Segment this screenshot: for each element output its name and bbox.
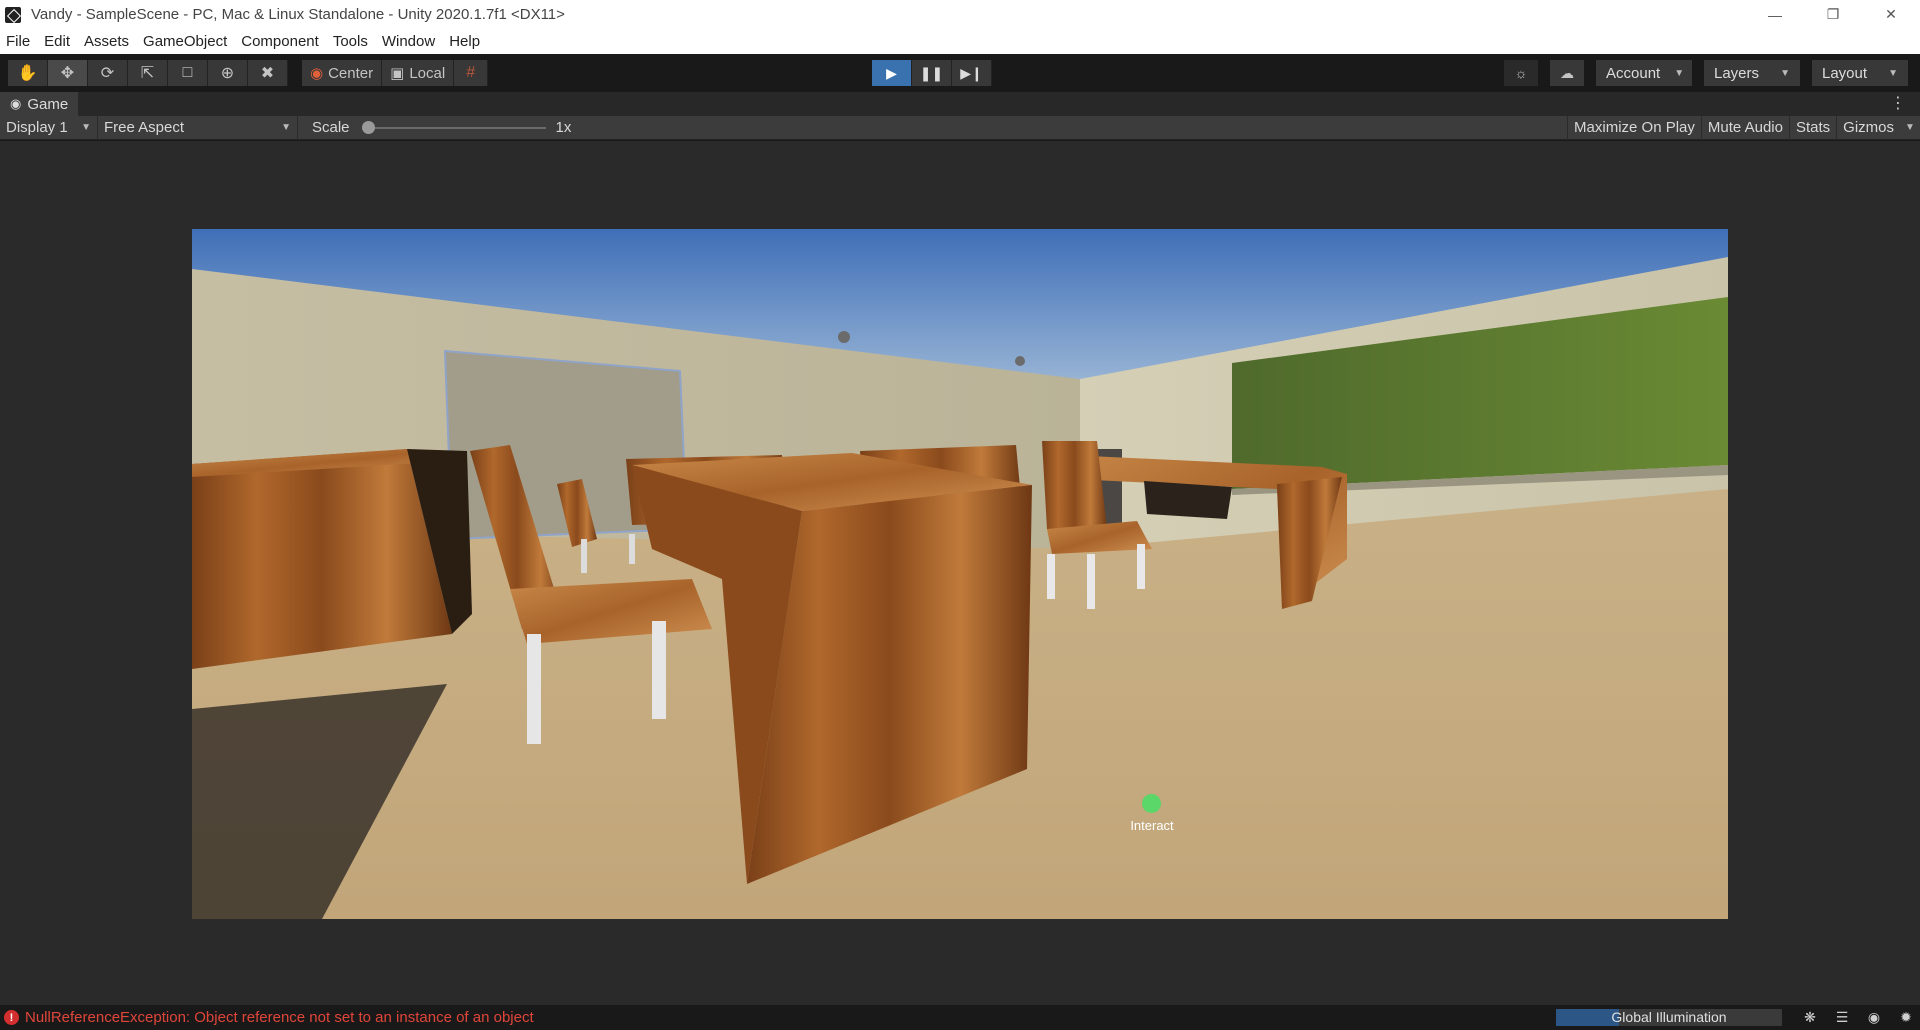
chevron-down-icon: ▼ [281,122,291,133]
menu-gameobject[interactable]: GameObject [143,33,227,50]
hand-tool-icon[interactable]: ✋ [8,60,48,86]
transform-tools: ✋ ✥ ⟳ ⇱ □ ⊕ ✖ [8,60,288,86]
tab-game[interactable]: ◉ Game [0,92,79,116]
pivot-local-label: Local [409,64,446,82]
interact-label: Interact [1130,818,1174,833]
menu-window[interactable]: Window [382,33,435,50]
right-toolbar: ☼ ☁ Account ▼ Layers ▼ Layout ▼ [1504,60,1908,86]
pivot-icon: ◉ [310,65,324,82]
game-view-toolbar: Display 1 ▼ Free Aspect ▼ Scale 1x Maxim… [0,115,1920,140]
tab-game-label: Game [27,95,69,113]
cloud-icon[interactable]: ☁ [1550,60,1584,86]
error-icon: ! [4,1010,19,1025]
status-bar: ! NullReferenceException: Object referen… [0,1005,1920,1030]
collab-icon[interactable]: ☼ [1504,60,1538,86]
classroom-scene [192,229,1728,919]
play-controls: ▶ ❚❚ ▶❙ [872,60,992,86]
restore-button[interactable]: ❐ [1804,0,1862,29]
mute-audio-button[interactable]: Mute Audio [1700,116,1789,140]
scale-tool-icon[interactable]: ⇱ [128,60,168,86]
chevron-down-icon: ▼ [1674,67,1685,79]
account-label: Account [1606,64,1661,82]
scale-control: Scale 1x [298,116,571,140]
play-button[interactable]: ▶ [872,60,912,86]
console-error-message[interactable]: NullReferenceException: Object reference… [25,1009,534,1026]
display-dropdown[interactable]: Display 1 ▼ [0,115,98,140]
game-view-options: Maximize On Play Mute Audio Stats Gizmos… [1567,116,1920,140]
unity-logo-icon [5,6,21,23]
pivot-tools: ◉ Center ▣ Local # [302,60,489,86]
grid-snap-icon[interactable]: # [454,60,489,86]
custom-tool-icon[interactable]: ✖ [248,60,288,86]
scale-slider[interactable] [361,120,546,134]
game-tab-bar: ◉ Game ⋮ [0,92,1920,116]
chevron-down-icon: ▼ [81,122,91,133]
pivot-center-button[interactable]: ◉ Center [302,60,383,86]
cache-icon[interactable]: ☰ [1832,1007,1852,1027]
global-illumination-progress: Global Illumination [1556,1009,1782,1026]
kebab-menu-icon[interactable]: ⋮ [1890,92,1906,116]
layers-label: Layers [1714,64,1760,82]
step-button[interactable]: ▶❙ [952,60,992,86]
gizmos-button[interactable]: Gizmos [1836,116,1900,140]
scale-label: Scale [312,119,350,136]
bug-icon[interactable]: ❋ [1800,1007,1820,1027]
close-button[interactable]: ✕ [1862,0,1920,29]
game-render-view[interactable]: Interact [192,229,1728,919]
layers-dropdown[interactable]: Layers ▼ [1704,60,1800,86]
window-controls: — ❐ ✕ [1746,0,1920,29]
menu-help[interactable]: Help [449,33,480,50]
window-title: Vandy - SampleScene - PC, Mac & Linux St… [31,6,565,23]
aspect-dropdown[interactable]: Free Aspect ▼ [98,115,298,140]
pause-button[interactable]: ❚❚ [912,60,952,86]
stats-button[interactable]: Stats [1788,116,1836,140]
account-dropdown[interactable]: Account ▼ [1596,60,1692,86]
menu-file[interactable]: File [6,33,30,50]
title-bar: Vandy - SampleScene - PC, Mac & Linux St… [0,0,1920,29]
cube-icon: ▣ [390,65,405,82]
gi-label: Global Illumination [1611,1009,1727,1025]
menu-tools[interactable]: Tools [333,33,368,50]
gizmos-chevron-down-icon[interactable]: ▼ [1900,116,1920,140]
pivot-center-label: Center [328,64,374,82]
transform-tool-icon[interactable]: ⊕ [208,60,248,86]
settings-spinner-icon[interactable]: ✹ [1896,1007,1916,1027]
display-label: Display 1 [6,119,68,136]
main-toolbar: ✋ ✥ ⟳ ⇱ □ ⊕ ✖ ◉ Center ▣ Local # ▶ ❚❚ ▶❙… [0,54,1920,92]
unity-editor: Vandy - SampleScene - PC, Mac & Linux St… [0,0,1920,1030]
scale-slider-handle[interactable] [361,120,375,134]
chevron-down-icon: ▼ [1780,67,1790,79]
menu-edit[interactable]: Edit [44,33,70,50]
rect-tool-icon[interactable]: □ [168,60,208,86]
layout-label: Layout [1822,64,1868,82]
aspect-label: Free Aspect [104,119,185,136]
interact-crosshair-icon [1142,794,1161,813]
layout-dropdown[interactable]: Layout ▼ [1812,60,1908,86]
menu-bar: File Edit Assets GameObject Component To… [0,29,1920,54]
gamepad-icon: ◉ [10,96,22,111]
move-tool-icon[interactable]: ✥ [48,60,88,86]
scale-value: 1x [555,119,572,136]
lighting-icon[interactable]: ◉ [1864,1007,1884,1027]
status-icons: ❋ ☰ ◉ ✹ [1800,1007,1916,1027]
menu-assets[interactable]: Assets [84,33,129,50]
rotate-tool-icon[interactable]: ⟳ [88,60,128,86]
maximize-on-play-button[interactable]: Maximize On Play [1567,116,1701,140]
pivot-local-button[interactable]: ▣ Local [382,60,455,86]
chevron-down-icon: ▼ [1888,67,1898,79]
menu-component[interactable]: Component [241,33,319,50]
minimize-button[interactable]: — [1746,0,1804,29]
